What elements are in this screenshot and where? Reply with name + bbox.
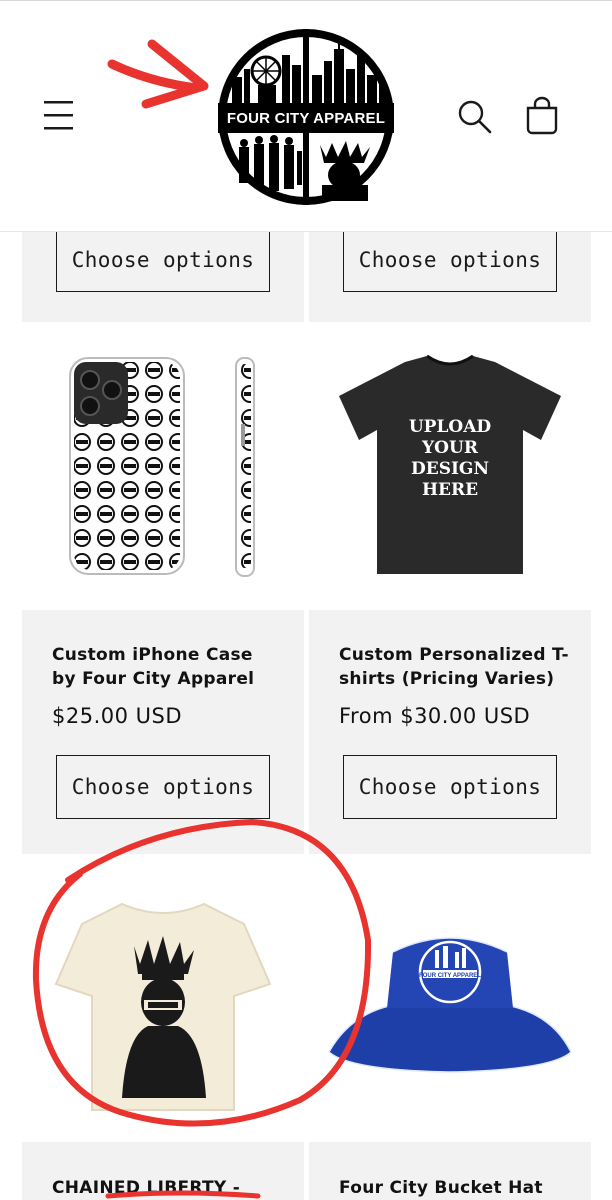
product-title[interactable]: Four City Bucket Hat (339, 1176, 579, 1200)
hamburger-menu-icon[interactable] (40, 98, 80, 134)
svg-text:UPLOAD: UPLOAD (409, 417, 492, 437)
product-price: $25.00 USD (52, 704, 183, 728)
choose-options-button[interactable]: Choose options (343, 228, 557, 292)
search-icon[interactable] (456, 98, 494, 136)
choose-options-button[interactable]: Choose options (56, 755, 270, 819)
svg-text:YOUR: YOUR (421, 438, 479, 458)
choose-options-button[interactable]: Choose options (343, 755, 557, 819)
cart-icon[interactable] (522, 96, 562, 136)
site-header: FOUR CITY APPAREL (0, 0, 612, 232)
product-title[interactable]: Custom Personalized T-shirts (Pricing Va… (339, 643, 571, 691)
product-title[interactable]: Custom iPhone Case by Four City Apparel (52, 643, 282, 691)
logo-text: FOUR CITY APPAREL (227, 110, 385, 127)
svg-text:FOUR CITY APPAREL: FOUR CITY APPAREL (419, 973, 481, 979)
svg-text:HERE: HERE (422, 480, 478, 500)
product-price: From $30.00 USD (339, 704, 531, 728)
choose-options-button[interactable]: Choose options (56, 228, 270, 292)
product-image-custom-tshirt[interactable]: UPLOAD YOUR DESIGN HERE (309, 334, 591, 610)
svg-text:DESIGN: DESIGN (411, 459, 489, 479)
product-image-iphone-case[interactable] (22, 334, 304, 610)
product-image-bucket-hat[interactable]: FOUR CITY APPAREL (309, 866, 591, 1142)
product-image-chained-liberty[interactable] (22, 866, 304, 1142)
brand-logo[interactable]: FOUR CITY APPAREL (214, 25, 398, 209)
product-title[interactable]: CHAINED LIBERTY - (52, 1176, 292, 1200)
